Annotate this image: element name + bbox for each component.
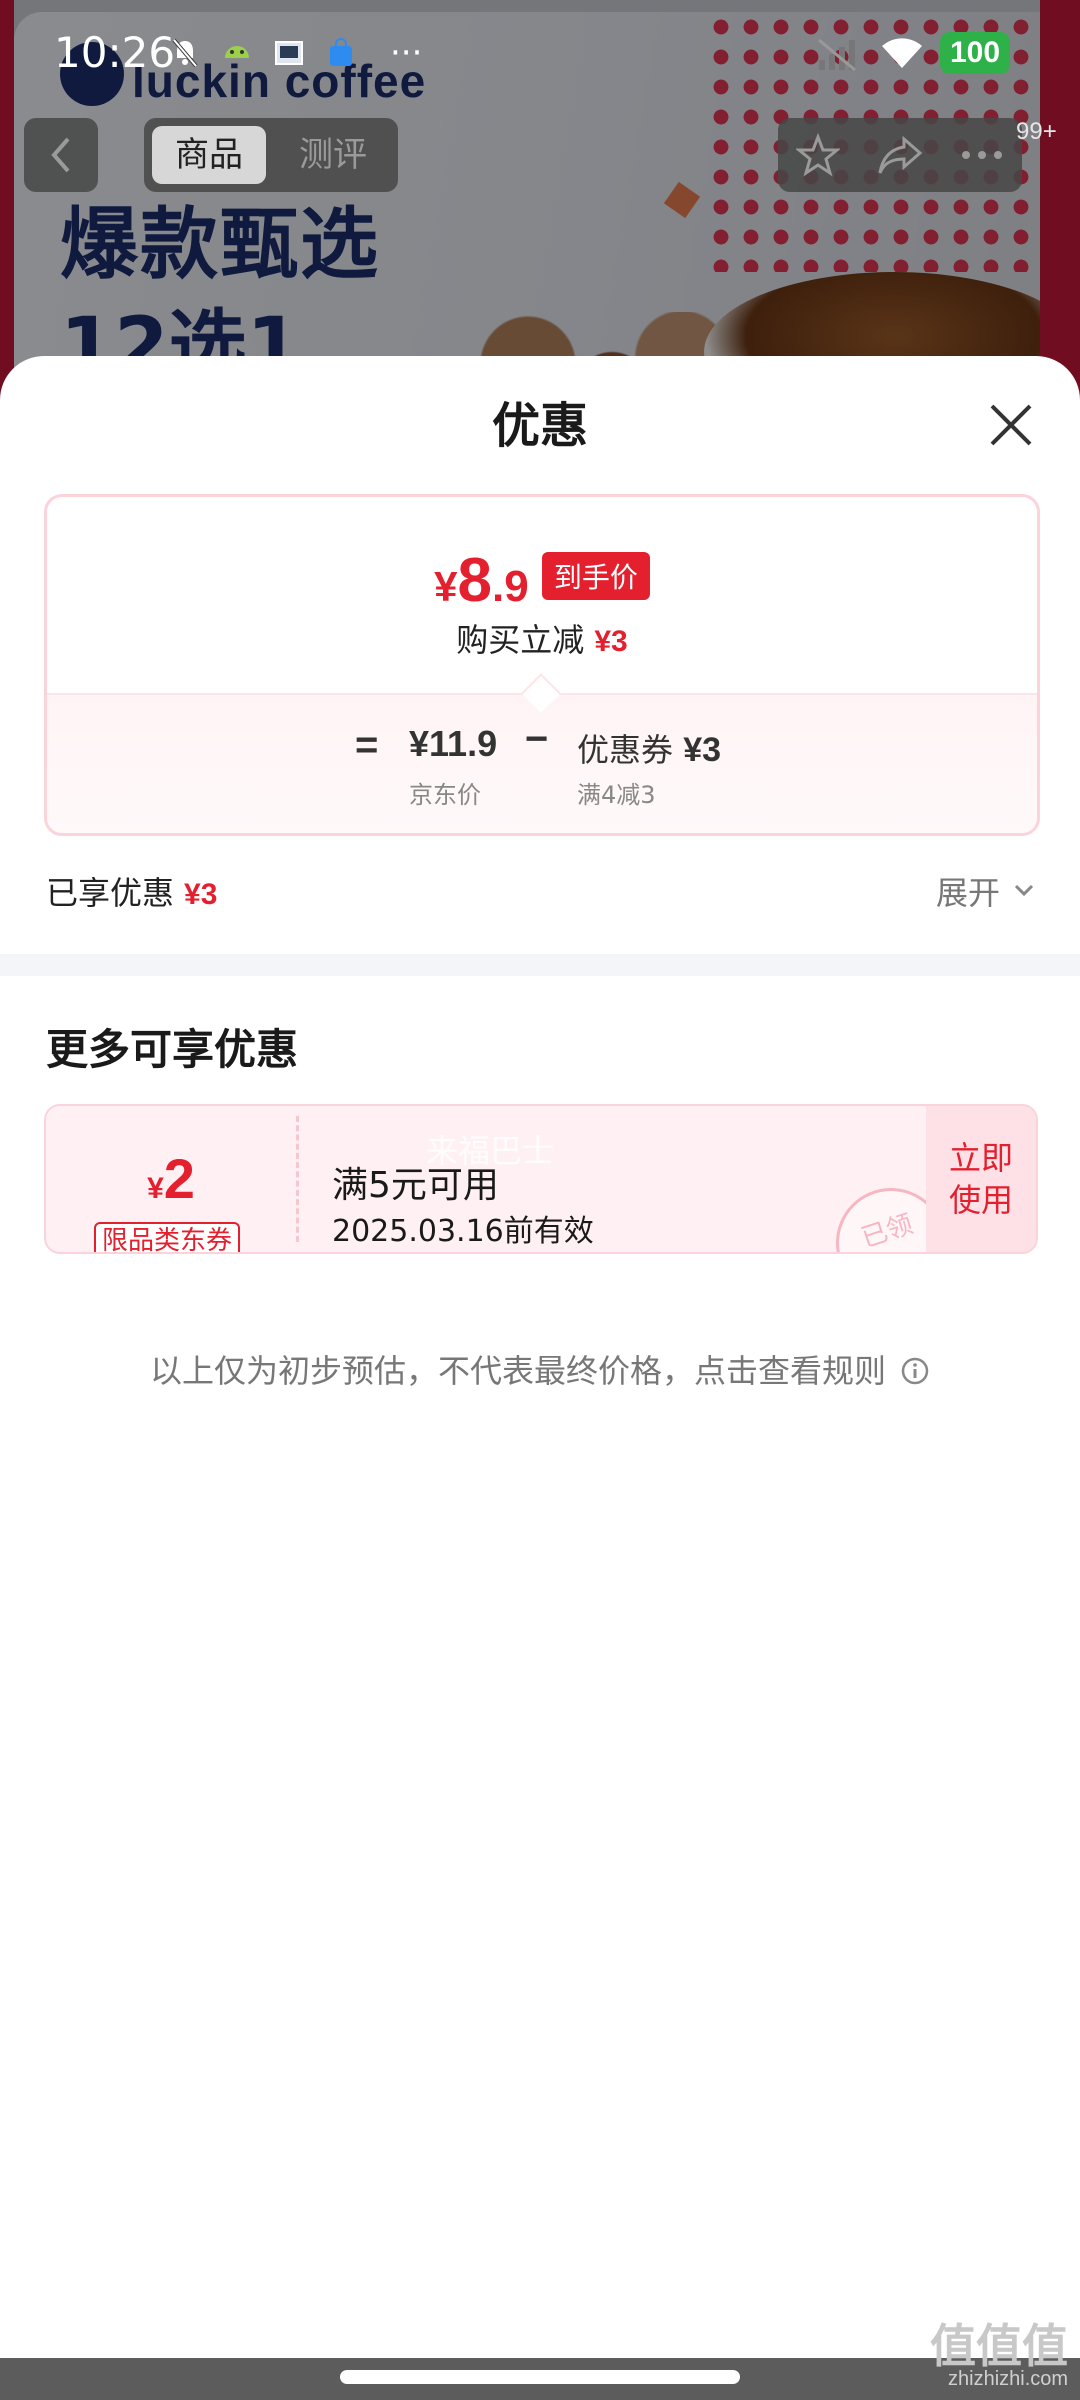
enjoyed-discount: 已享优惠 ¥3	[46, 868, 217, 914]
coupon-validity: 2025.03.16前有效	[332, 1214, 594, 1249]
final-price-card: ¥8.9 到手价 购买立减 ¥3 = ¥11.9 京东价 − 优惠券 ¥3 满4减…	[44, 494, 1040, 836]
use-now-line2: 使用	[948, 1181, 1013, 1219]
more-offers-title: 更多可享优惠	[46, 1025, 299, 1074]
close-icon[interactable]	[986, 400, 1036, 450]
coupon-condition-text: 满5元可用	[332, 1165, 499, 1206]
use-now-label: 立即 使用	[949, 1137, 1013, 1221]
price-currency: ¥	[434, 563, 458, 610]
tab-review[interactable]: 测评	[278, 126, 388, 184]
coupon-deduction: 优惠券 ¥3	[577, 725, 721, 771]
no-signal-icon	[818, 38, 856, 72]
discount-sheet: 优惠 ¥8.9 到手价 购买立减 ¥3 = ¥11.9 京东价 − 优惠券 ¥3 …	[0, 356, 1080, 2400]
wifi-icon	[882, 38, 922, 68]
sheet-title: 优惠	[491, 398, 588, 454]
share-icon[interactable]	[876, 133, 924, 177]
calc-equals: =	[355, 723, 379, 767]
reduction-label: 购买立减	[456, 621, 585, 659]
expand-button[interactable]: 展开	[936, 868, 1000, 914]
use-now-line1: 立即	[948, 1139, 1013, 1177]
android-icon	[225, 46, 249, 58]
coupon-card[interactable]: ¥2 限品类东券 来福巴士 满5元可用 2025.03.16前有效 已领 立即 …	[44, 1104, 1038, 1254]
info-icon	[901, 1357, 929, 1385]
final-price-badge: 到手价	[541, 552, 650, 600]
home-indicator[interactable]	[340, 2370, 740, 2384]
jd-price-label: 京东价	[409, 781, 481, 809]
page-tabs: 商品 测评	[144, 118, 398, 192]
chevron-down-icon[interactable]	[1010, 876, 1038, 904]
coupon-deduction-amount: ¥3	[683, 731, 722, 769]
calc-minus: −	[525, 717, 549, 761]
section-divider	[0, 954, 1080, 976]
status-notification-icons: ···	[168, 36, 422, 70]
shopping-bag-icon	[330, 38, 352, 66]
price-calculation: = ¥11.9 京东价 − 优惠券 ¥3 满4减3	[47, 693, 1037, 833]
watermark-url: zhizhizhi.com	[948, 2368, 1069, 2390]
coupon-dashed-divider	[296, 1116, 299, 1242]
price-disclaimer-link[interactable]: 以上仅为初步预估，不代表最终价格，点击查看规则	[0, 1346, 1080, 1392]
coupon-value: 2	[163, 1147, 195, 1210]
coupon-amount: ¥2	[46, 1146, 296, 1211]
enjoyed-amount: ¥3	[184, 878, 218, 911]
status-time: 10:26	[54, 28, 176, 77]
coupon-type-badge: 限品类东券	[94, 1222, 241, 1252]
purchase-reduction: 购买立减 ¥3	[47, 615, 1037, 661]
disclaimer-text: 以上仅为初步预估，不代表最终价格，点击查看规则	[149, 1352, 886, 1390]
enjoyed-label: 已享优惠	[46, 874, 175, 912]
status-bar: 10:26 ··· 100	[0, 0, 1080, 100]
watermark-logo: 值值值	[930, 2320, 1068, 2372]
more-dots-icon[interactable]	[960, 149, 1004, 161]
price-integer: 8	[457, 546, 493, 615]
coupon-deduction-label: 优惠券	[577, 731, 674, 769]
nav-action-group	[778, 118, 1022, 192]
bell-muted-icon	[172, 38, 198, 68]
final-price: ¥8.9 到手价	[47, 545, 1037, 616]
notification-count-badge: 99+	[1016, 118, 1057, 145]
coupon-condition: 满4减3	[577, 781, 656, 809]
use-now-button[interactable]: 立即 使用	[926, 1106, 1036, 1252]
tab-product[interactable]: 商品	[152, 126, 266, 184]
price-decimal: .9	[492, 562, 529, 611]
image-app-icon	[275, 41, 303, 65]
coupon-value-panel: ¥2 限品类东券	[46, 1106, 296, 1252]
more-notifications-icon: ···	[390, 33, 423, 73]
coupon-currency: ¥	[147, 1172, 164, 1205]
chevron-left-icon	[51, 137, 70, 173]
star-icon[interactable]	[796, 133, 840, 177]
battery-indicator: 100	[940, 32, 1010, 74]
reduction-amount: ¥3	[594, 625, 628, 658]
jd-price: ¥11.9	[409, 723, 498, 764]
back-button[interactable]	[24, 118, 98, 192]
